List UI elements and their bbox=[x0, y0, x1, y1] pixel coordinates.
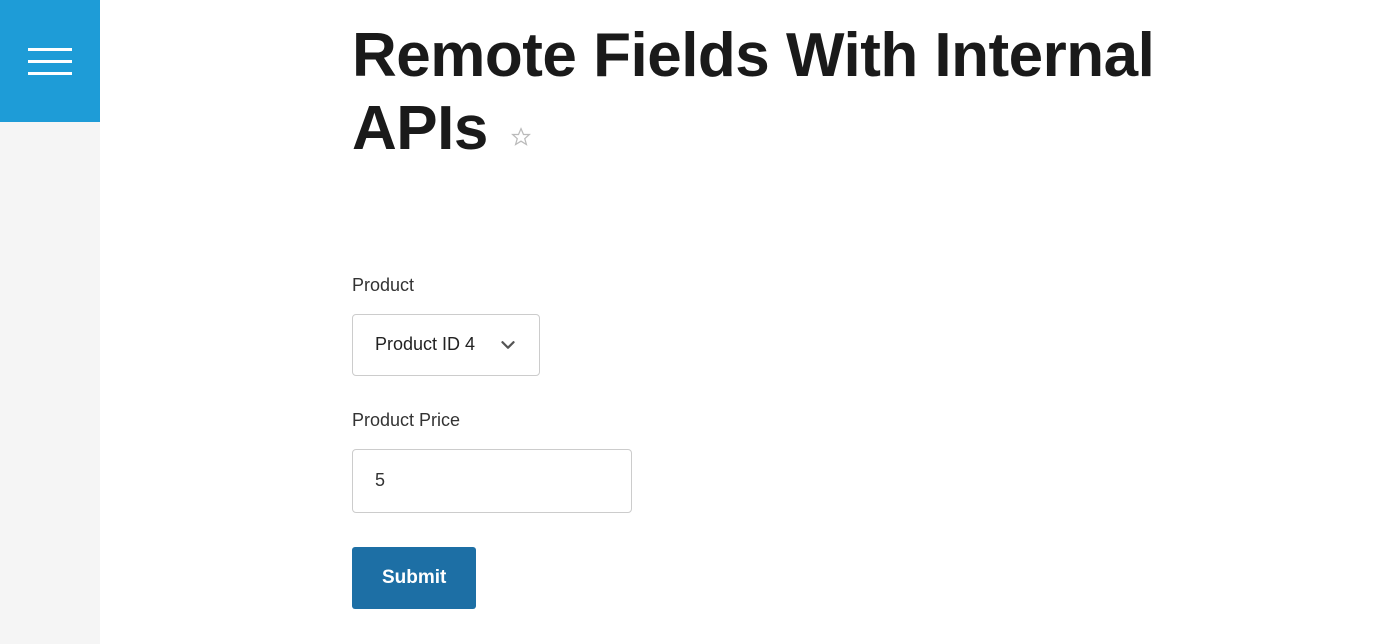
favorite-star-icon[interactable] bbox=[511, 91, 531, 162]
price-input[interactable] bbox=[352, 449, 632, 513]
product-select-value: Product ID 4 bbox=[375, 334, 475, 355]
page-title: Remote Fields With Internal APIs bbox=[352, 20, 1200, 165]
chevron-down-icon bbox=[497, 334, 519, 356]
product-label: Product bbox=[352, 275, 1200, 296]
form-section: Product Product ID 4 Product Price Submi… bbox=[352, 275, 1200, 609]
price-label: Product Price bbox=[352, 410, 1200, 431]
hamburger-icon bbox=[28, 48, 72, 75]
product-select[interactable]: Product ID 4 bbox=[352, 314, 540, 376]
price-field-group: Product Price bbox=[352, 410, 1200, 513]
menu-button[interactable] bbox=[0, 0, 100, 122]
product-field-group: Product Product ID 4 bbox=[352, 275, 1200, 376]
page-title-text: Remote Fields With Internal APIs bbox=[352, 21, 1154, 163]
main-panel: Remote Fields With Internal APIs Product… bbox=[100, 0, 1398, 644]
submit-button[interactable]: Submit bbox=[352, 547, 476, 609]
